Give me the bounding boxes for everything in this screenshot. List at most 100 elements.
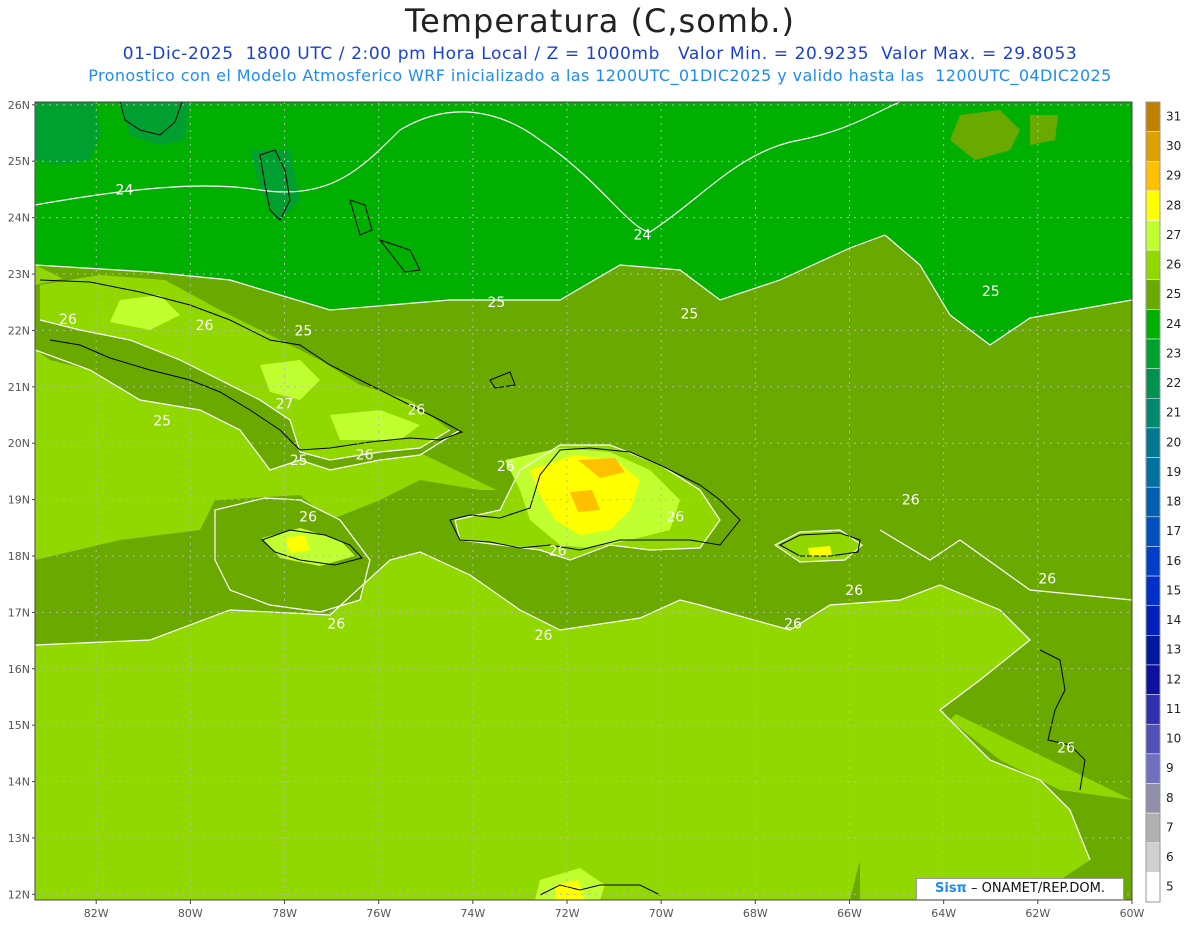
colorbar-swatch <box>1145 427 1161 458</box>
colorbar-swatch <box>1145 190 1161 221</box>
lat-tick-label: 18N <box>8 550 30 563</box>
colorbar-swatch <box>1145 694 1161 725</box>
contour-label: 26 <box>845 583 863 599</box>
lat-tick-label: 13N <box>8 832 30 845</box>
lat-tick-label: 15N <box>8 719 30 732</box>
credit-box: Sisπ – ONAMET/REP.DOM. <box>916 878 1124 900</box>
contour-label: 24 <box>633 228 651 244</box>
colorbar-swatch <box>1145 783 1161 814</box>
contour-label: 26 <box>1038 572 1056 588</box>
colorbar-swatch <box>1145 516 1161 547</box>
colorbar-label: 23 <box>1166 346 1181 360</box>
contour-label: 26 <box>59 312 77 328</box>
lat-tick-label: 22N <box>8 324 30 337</box>
colorbar-swatch <box>1145 753 1161 784</box>
contour-label: 26 <box>327 617 345 633</box>
temperature-map: 26N 25N 24N 23N 22N 21N 20N 19N 18N 17N 16N 15N 14N 1… <box>8 99 1182 920</box>
contour-label: 26 <box>497 459 515 475</box>
lat-tick-label: 23N <box>8 268 30 281</box>
lon-tick-label: 66W <box>837 907 862 920</box>
lat-tick-label: 24N <box>8 212 30 225</box>
lat-tick-label: 26N <box>8 99 30 112</box>
contour-label: 26 <box>1057 741 1075 757</box>
contour-label: 25 <box>290 453 308 469</box>
contour-label: 25 <box>681 306 699 322</box>
colorbar-label: 18 <box>1166 495 1181 509</box>
lon-tick-label: 82W <box>84 907 109 920</box>
colorbar-label: 13 <box>1166 643 1181 657</box>
colorbar-label: 26 <box>1166 258 1181 272</box>
contour-label: 26 <box>549 543 567 559</box>
credit-text: – ONAMET/REP.DOM. <box>966 881 1105 896</box>
colorbar-swatch <box>1145 842 1161 873</box>
colorbar-label: 28 <box>1166 198 1181 212</box>
lat-tick-label: 17N <box>8 606 30 619</box>
longitude-axis: 82W 80W 78W 76W 74W 72W 70W 68W 66W 64W 62W 60W <box>84 900 1145 920</box>
colorbar-swatch <box>1145 161 1161 192</box>
contour-label: 26 <box>784 617 802 633</box>
colorbar-swatch <box>1145 249 1161 281</box>
colorbar-label: 20 <box>1166 435 1181 449</box>
lon-tick-label: 74W <box>460 907 485 920</box>
lon-tick-label: 80W <box>178 907 203 920</box>
colorbar-label: 24 <box>1166 317 1181 331</box>
colorbar-swatch <box>1145 101 1161 132</box>
contour-label: 26 <box>196 318 214 334</box>
colorbar-label: 30 <box>1166 139 1181 153</box>
colorbar-swatch <box>1145 546 1161 577</box>
contour-label: 26 <box>299 510 317 526</box>
contour-label: 26 <box>902 493 920 509</box>
colorbar-label: 17 <box>1166 524 1181 538</box>
contour-label: 25 <box>153 414 171 430</box>
lat-tick-label: 21N <box>8 381 30 394</box>
colorbar-swatch <box>1145 605 1161 636</box>
credit-brand: Sisπ <box>935 881 967 896</box>
contour-label: 25 <box>982 284 1000 300</box>
colorbar-label: 19 <box>1166 465 1181 479</box>
colorbar-label: 25 <box>1166 287 1181 301</box>
colorbar-swatch <box>1145 338 1161 369</box>
colorbar-swatch <box>1145 575 1161 606</box>
colorbar-label: 22 <box>1166 376 1181 390</box>
colorbar-swatch <box>1145 131 1161 162</box>
colorbar-label: 7 <box>1166 820 1174 834</box>
lon-tick-label: 60W <box>1120 907 1145 920</box>
colorbar: 31 30 29 28 27 26 25 24 23 22 21 20 19 18 17 16 15 14 13 12… <box>1145 101 1181 903</box>
colorbar-swatch <box>1145 872 1161 903</box>
lat-tick-label: 12N <box>8 888 30 901</box>
latitude-axis: 26N 25N 24N 23N 22N 21N 20N 19N 18N 17N 16N 15N 14N 1… <box>8 99 35 901</box>
colorbar-label: 5 <box>1166 880 1174 894</box>
colorbar-label: 21 <box>1166 406 1181 420</box>
lat-tick-label: 20N <box>8 437 30 450</box>
contour-label: 25 <box>294 323 312 339</box>
lon-tick-label: 70W <box>649 907 674 920</box>
colorbar-swatch <box>1145 368 1161 399</box>
lon-tick-label: 78W <box>272 907 297 920</box>
colorbar-swatch <box>1145 486 1161 518</box>
colorbar-swatch <box>1145 279 1161 310</box>
lon-tick-label: 72W <box>555 907 580 920</box>
lon-tick-label: 68W <box>743 907 768 920</box>
contour-label: 26 <box>407 402 425 418</box>
colorbar-swatch <box>1145 220 1161 251</box>
colorbar-swatch <box>1145 309 1161 340</box>
colorbar-swatch <box>1145 812 1161 843</box>
colorbar-label: 9 <box>1166 761 1174 775</box>
colorbar-label: 16 <box>1166 554 1181 568</box>
colorbar-swatch <box>1145 457 1161 488</box>
lon-tick-label: 62W <box>1025 907 1050 920</box>
contour-label: 26 <box>535 628 553 644</box>
field-23 <box>35 102 100 165</box>
lat-tick-label: 19N <box>8 494 30 507</box>
lat-tick-label: 14N <box>8 776 30 789</box>
colorbar-swatch <box>1145 723 1161 755</box>
colorbar-swatch <box>1145 635 1161 666</box>
shaded-field <box>35 102 1132 900</box>
colorbar-label: 12 <box>1166 672 1181 686</box>
contour-label: 24 <box>116 182 134 198</box>
colorbar-swatch <box>1145 664 1161 695</box>
colorbar-label: 8 <box>1166 791 1174 805</box>
colorbar-label: 31 <box>1166 109 1181 123</box>
colorbar-label: 27 <box>1166 228 1181 242</box>
lat-tick-label: 16N <box>8 663 30 676</box>
